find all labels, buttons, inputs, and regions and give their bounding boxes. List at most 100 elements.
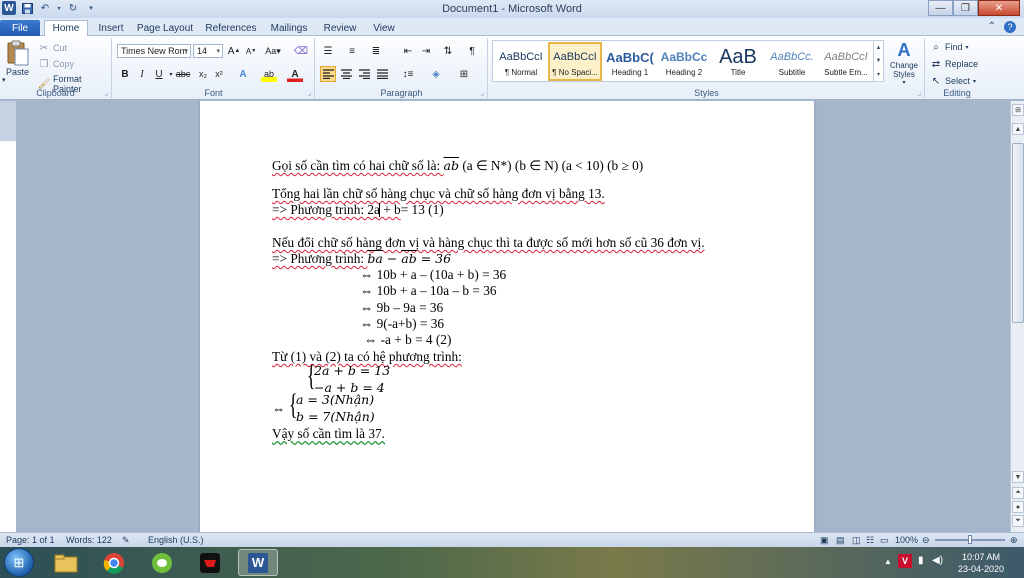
pilcrow-icon[interactable]: ¶ [464,43,480,59]
language-indicator[interactable]: English (U.S.) [148,535,204,545]
zoom-level[interactable]: 100% [895,535,918,545]
tray-app-icon[interactable]: V [898,554,912,568]
bold-icon[interactable]: B [117,66,133,82]
style-title[interactable]: AaB Title [711,42,765,81]
paste-dropdown-icon[interactable]: ▾ [2,76,6,84]
multilevel-list-icon[interactable]: ≣ [368,43,384,59]
scroll-up-icon[interactable]: ▲ [1012,123,1024,135]
scroll-down-icon[interactable]: ▼ [1012,471,1024,483]
proofing-icon[interactable]: ✎ [122,535,130,546]
paste-button[interactable]: Paste [6,40,29,77]
tab-references[interactable]: References [204,20,258,36]
font-size-box[interactable]: 14 ▾ [193,44,223,58]
tab-view[interactable]: View [370,20,398,36]
decrease-indent-icon[interactable]: ⇤ [400,43,416,59]
italic-icon[interactable]: I [134,66,150,82]
select-button[interactable]: ↖ Select ▾ [930,75,976,87]
change-styles-button[interactable]: A Change Styles ▾ [886,40,922,86]
borders-icon[interactable]: ⊞ [456,66,472,82]
copy-button[interactable]: ❐ Copy [38,58,75,70]
chrome-icon[interactable] [94,549,134,576]
font-launcher-icon[interactable]: ⌟ [308,89,311,97]
style-normal[interactable]: AaBbCcI ¶ Normal [494,42,548,81]
style-no-spacing[interactable]: AaBbCcI ¶ No Spaci... [548,42,602,81]
font-color-icon[interactable]: A [287,66,303,82]
style-sample: AaB [719,46,757,68]
tray-overflow-icon[interactable]: ▲ [884,557,892,566]
zoom-in-icon[interactable]: ⊕ [1010,535,1018,546]
paragraph-launcher-icon[interactable]: ⌟ [481,89,484,97]
styles-launcher-icon[interactable]: ⌟ [918,89,921,97]
font-name-box[interactable]: Times New Rom ▾ [117,44,191,58]
find-button[interactable]: ⌕ Find ▾ [930,41,968,53]
explorer-icon[interactable] [46,549,86,576]
numbering-icon[interactable]: ≡ [344,43,360,59]
chevron-up-icon[interactable]: ▲ [876,45,882,51]
subscript-icon[interactable]: x₂ [195,66,211,82]
print-layout-icon[interactable]: ▣ [820,535,829,546]
shading-icon[interactable]: ◈ [428,66,444,82]
more-styles-icon[interactable]: ▾ [877,71,880,78]
tab-page-layout[interactable]: Page Layout [136,20,194,36]
previous-page-icon[interactable]: ⏶ [1012,487,1024,499]
minimize-ribbon-icon[interactable]: ⌃ [988,21,996,33]
cut-button[interactable]: ✂ Cut [38,42,67,54]
volume-icon[interactable]: ◀) [932,555,943,566]
increase-indent-icon[interactable]: ⇥ [418,43,434,59]
style-subtle-emphasis[interactable]: AaBbCcI Subtle Em... [819,42,873,81]
vertical-scrollbar[interactable]: ⊞ ▲ ▼ ⏶ ● ⏷ [1010,101,1024,532]
network-icon[interactable]: ▮ [918,555,924,566]
zoom-slider-thumb[interactable] [968,535,972,544]
clipboard-launcher-icon[interactable]: ⌟ [105,89,108,97]
change-case-icon[interactable]: Aa▾ [265,43,281,59]
draft-icon[interactable]: ▭ [880,535,889,546]
tab-insert[interactable]: Insert [92,20,130,36]
replace-button[interactable]: ⇄ Replace [930,58,978,70]
help-icon[interactable]: ? [1004,21,1016,33]
browse-object-icon[interactable]: ● [1012,501,1024,513]
scroll-thumb[interactable] [1012,143,1024,323]
styles-gallery-scroll[interactable]: ▲ ▼ ▾ [873,41,883,81]
style-heading-1[interactable]: AaBbC( Heading 1 [603,42,657,81]
sort-icon[interactable]: ⇅ [440,43,456,59]
outline-icon[interactable]: ☷ [866,535,874,546]
ruler-toggle-icon[interactable]: ⊞ [1012,104,1024,116]
bullets-icon[interactable]: ☰ [320,43,336,59]
zoom-out-icon[interactable]: ⊖ [922,535,930,546]
start-button[interactable]: ⊞ [4,548,34,577]
word-taskbar-icon[interactable]: W [238,549,278,576]
garena-icon[interactable] [190,549,230,576]
tab-review[interactable]: Review [322,20,358,36]
minimize-button[interactable]: — [928,0,953,16]
word-count[interactable]: Words: 122 [66,535,112,545]
font-name-dropdown-icon[interactable]: ▾ [184,47,188,55]
close-button[interactable]: ✕ [978,0,1020,16]
text-effects-icon[interactable]: A [235,66,251,82]
next-page-icon[interactable]: ⏷ [1012,515,1024,527]
full-screen-reading-icon[interactable]: ▤ [836,535,845,546]
highlight-icon[interactable]: ab [261,66,277,82]
superscript-icon[interactable]: x² [211,66,227,82]
font-size-dropdown-icon[interactable]: ▾ [216,47,220,55]
align-center-icon[interactable] [338,66,354,82]
page-count[interactable]: Page: 1 of 1 [6,535,55,545]
strikethrough-icon[interactable]: abc [175,66,191,82]
style-heading-2[interactable]: AaBbCc Heading 2 [657,42,711,81]
tab-file[interactable]: File [0,20,40,36]
grow-font-icon[interactable]: A ▲ [226,43,242,59]
align-left-icon[interactable] [320,66,336,82]
justify-icon[interactable] [374,66,390,82]
align-right-icon[interactable] [356,66,372,82]
chevron-down-icon[interactable]: ▼ [876,58,882,64]
wechat-icon[interactable] [142,549,182,576]
taskbar-clock[interactable]: 10:07 AM 23-04-2020 [958,551,1004,575]
restore-button[interactable]: ❐ [953,0,978,16]
shrink-font-icon[interactable]: A ▼ [243,43,259,59]
tab-home[interactable]: Home [44,20,88,36]
clear-formatting-icon[interactable]: ⌫ [293,43,309,59]
line-spacing-icon[interactable]: ↕≡ [400,66,416,82]
document-page[interactable]: Gọi số cần tìm có hai chữ số là: ab (a ∈… [200,101,814,532]
tab-mailings[interactable]: Mailings [268,20,310,36]
web-layout-icon[interactable]: ◫ [852,535,861,546]
style-subtitle[interactable]: AaBbCc. Subtitle [765,42,819,81]
